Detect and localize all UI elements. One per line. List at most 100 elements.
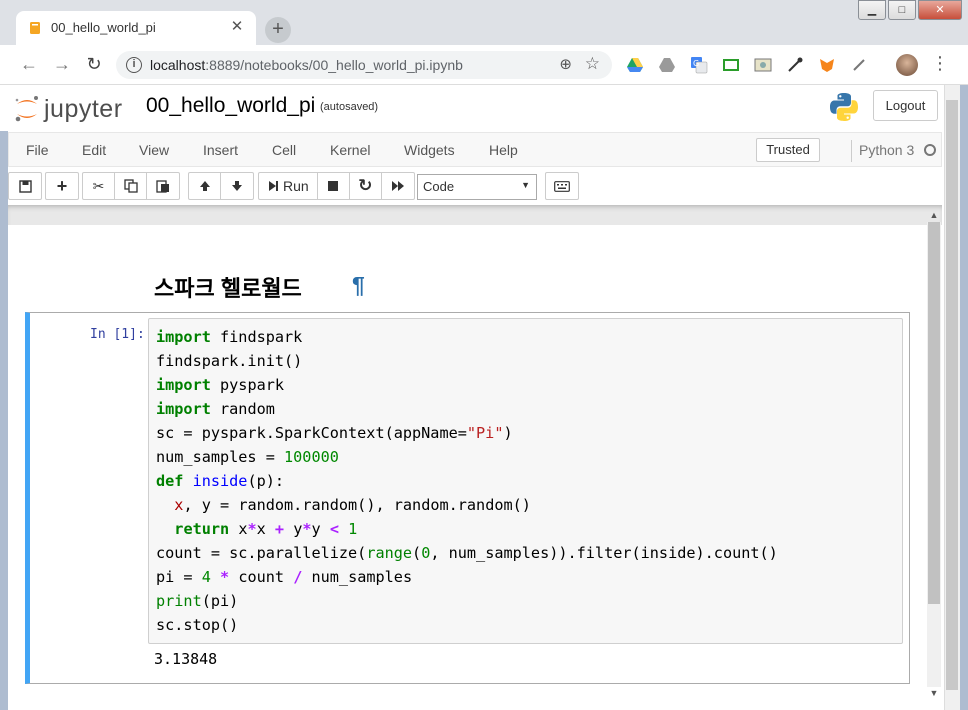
jupyter-logo-icon <box>15 96 38 122</box>
minimize-button[interactable]: ▁ <box>858 0 886 20</box>
code-line[interactable]: sc.stop() <box>156 613 895 637</box>
code-line[interactable]: sc = pyspark.SparkContext(appName="Pi") <box>156 421 895 445</box>
menu-edit[interactable]: Edit <box>82 142 106 158</box>
url-text[interactable]: localhost:8889/notebooks/00_hello_world_… <box>150 57 463 73</box>
browser-tab[interactable]: 00_hello_world_pi ✕ <box>16 11 256 45</box>
clipboard-group: ✂ <box>82 172 180 200</box>
kernel-idle-indicator-icon <box>924 144 936 156</box>
code-line[interactable]: def inside(p): <box>156 469 895 493</box>
maximize-button[interactable]: □ <box>888 0 916 20</box>
code-editor[interactable]: import findspark findspark.init() import p… <box>148 318 903 644</box>
code-line[interactable]: print(pi) <box>156 589 895 613</box>
menu-help[interactable]: Help <box>489 142 518 158</box>
paste-icon <box>156 180 169 193</box>
notebook-scrollbar-thumb[interactable] <box>928 222 940 604</box>
restart-run-all-button[interactable] <box>382 173 414 199</box>
copy-button[interactable] <box>115 173 147 199</box>
drive-extension-icon[interactable] <box>658 56 676 74</box>
insert-group: + <box>45 172 79 200</box>
tab-title: 00_hello_world_pi <box>51 20 156 35</box>
cut-button[interactable]: ✂ <box>83 173 115 199</box>
jupyter-logo[interactable]: jupyter <box>14 92 132 124</box>
logout-button[interactable]: Logout <box>873 90 938 121</box>
run-label: Run <box>283 178 309 194</box>
code-line[interactable]: return x*x + y*y < 1 <box>156 517 895 541</box>
notebook-favicon-icon <box>30 22 40 34</box>
code-cell[interactable]: In [1]: import findspark findspark.init()… <box>25 312 910 684</box>
url-host: localhost <box>150 57 206 73</box>
insert-cell-button[interactable]: + <box>46 173 78 199</box>
new-tab-button[interactable]: + <box>265 17 291 43</box>
jupyter-menubar: File Edit View Insert Cell Kernel Widget… <box>8 132 942 167</box>
code-line[interactable]: x, y = random.random(), random.random() <box>156 493 895 517</box>
menu-kernel[interactable]: Kernel <box>330 142 370 158</box>
close-window-button[interactable]: ✕ <box>918 0 962 20</box>
restart-button[interactable]: ↻ <box>350 173 382 199</box>
menu-file[interactable]: File <box>26 142 49 158</box>
back-button[interactable]: ← <box>17 53 41 77</box>
move-group <box>188 172 254 200</box>
code-line[interactable]: num_samples = 100000 <box>156 445 895 469</box>
code-line[interactable]: import random <box>156 397 895 421</box>
window-controls: ▁ □ ✕ <box>856 0 962 20</box>
code-line[interactable]: import pyspark <box>156 373 895 397</box>
reload-button[interactable]: ↻ <box>82 53 106 77</box>
jupyter-header: jupyter 00_hello_world_pi (autosaved) Lo… <box>0 85 944 131</box>
metamask-fox-icon[interactable] <box>818 56 836 74</box>
cell-type-select[interactable]: Code ▼ <box>417 174 537 200</box>
url-path: :8889/notebooks/00_hello_world_pi.ipynb <box>205 57 463 73</box>
screenshot-icon[interactable] <box>754 56 772 74</box>
browser-menu-icon[interactable]: ⋮ <box>931 53 949 74</box>
kernel-separator <box>851 140 852 162</box>
browser-toolbar: ← → ↻ i localhost:8889/notebooks/00_hell… <box>0 45 968 85</box>
arrow-down-icon <box>232 181 242 191</box>
translate-icon[interactable]: G <box>690 56 708 74</box>
move-up-button[interactable] <box>189 173 221 199</box>
markdown-heading: 스파크 헬로월드 <box>154 276 302 301</box>
site-info-icon[interactable]: i <box>126 57 142 73</box>
paste-button[interactable] <box>147 173 179 199</box>
tab-close-icon[interactable]: ✕ <box>228 17 246 35</box>
menu-widgets[interactable]: Widgets <box>404 142 455 158</box>
keyboard-group <box>545 172 579 200</box>
forward-button[interactable]: → <box>50 53 74 77</box>
google-drive-icon[interactable] <box>626 56 644 74</box>
save-button[interactable] <box>9 173 41 199</box>
kernel-name: Python 3 <box>859 142 915 158</box>
scroll-up-arrow-icon[interactable]: ▲ <box>927 210 941 222</box>
code-line[interactable]: findspark.init() <box>156 349 895 373</box>
run-button[interactable]: Run <box>259 173 318 199</box>
menu-cell[interactable]: Cell <box>272 142 296 158</box>
command-palette-button[interactable] <box>546 173 578 199</box>
browser-tabstrip: 00_hello_world_pi ✕ + ▁ □ ✕ <box>0 0 968 45</box>
address-bar[interactable]: i localhost:8889/notebooks/00_hello_worl… <box>116 51 612 79</box>
cast-icon[interactable] <box>722 56 740 74</box>
bookmark-star-icon[interactable]: ☆ <box>585 54 600 74</box>
brush-icon[interactable] <box>850 56 868 74</box>
chevron-down-icon: ▼ <box>521 180 530 190</box>
trusted-indicator[interactable]: Trusted <box>756 138 820 162</box>
move-down-button[interactable] <box>221 173 253 199</box>
interrupt-button[interactable] <box>318 173 350 199</box>
keyboard-icon <box>554 180 570 192</box>
code-line[interactable]: import findspark <box>156 325 895 349</box>
anchor-link[interactable]: ¶ <box>352 272 365 299</box>
scroll-down-arrow-icon[interactable]: ▼ <box>927 688 941 700</box>
menu-view[interactable]: View <box>139 142 169 158</box>
notebook-toolbar: + ✂ Run ↻ Code ▼ <box>8 172 942 202</box>
notebook-name[interactable]: 00_hello_world_pi <box>146 94 315 118</box>
cell-type-value: Code <box>423 179 455 194</box>
window-scrollbar-thumb[interactable] <box>946 100 958 690</box>
zoom-icon[interactable]: ⊕ <box>559 55 572 73</box>
cell-output: 3.13848 <box>154 650 218 668</box>
code-line[interactable]: pi = 4 * count / num_samples <box>156 565 895 589</box>
eyedropper-icon[interactable] <box>786 56 804 74</box>
code-line[interactable]: count = sc.parallelize(range(0, num_samp… <box>156 541 895 565</box>
profile-avatar[interactable] <box>896 54 918 76</box>
autosave-status: (autosaved) <box>320 101 379 113</box>
input-prompt: In [1]: <box>90 327 145 342</box>
jupyter-logo-text: jupyter <box>44 95 123 123</box>
fast-forward-icon <box>391 181 404 191</box>
menu-insert[interactable]: Insert <box>203 142 238 158</box>
run-group: Run ↻ <box>258 172 415 200</box>
